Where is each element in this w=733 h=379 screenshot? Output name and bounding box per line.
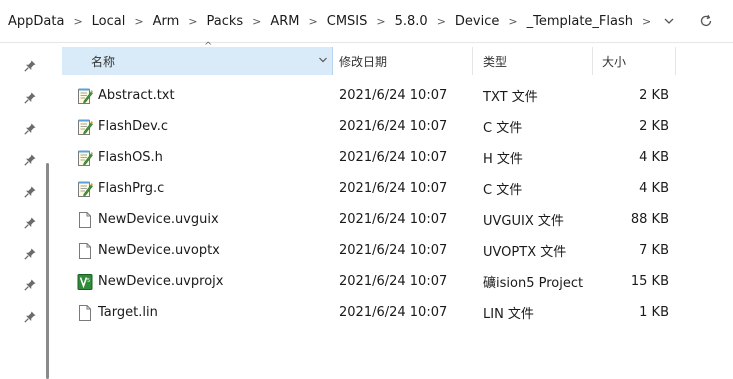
file-size: 4 KB (639, 150, 669, 165)
file-row[interactable]: FlashDev.c 2021/6/24 10:07 C 文件 2 KB (62, 111, 676, 142)
keil-project-icon: 5 (77, 266, 95, 297)
file-name[interactable]: NewDevice.uvprojx (98, 266, 223, 297)
file-type: H 文件 (483, 152, 523, 167)
column-header-type[interactable]: 类型 (473, 47, 593, 75)
navigation-pane (0, 43, 50, 379)
breadcrumb-separator[interactable]: > (369, 15, 392, 28)
file-type: LIN 文件 (483, 307, 534, 322)
notepad-icon (77, 111, 95, 142)
pin-icon[interactable] (23, 277, 37, 291)
pin-icon[interactable] (23, 90, 37, 104)
file-size: 2 KB (639, 119, 669, 134)
notepad-icon (77, 80, 95, 111)
blank-file-icon (77, 235, 95, 266)
column-modified-label: 修改日期 (339, 54, 388, 69)
breadcrumb-item[interactable]: Device (453, 14, 501, 29)
pin-icon[interactable] (23, 152, 37, 166)
breadcrumb-separator[interactable]: > (302, 15, 325, 28)
file-modified: 2021/6/24 10:07 (339, 181, 448, 196)
file-name[interactable]: FlashOS.h (98, 142, 163, 173)
column-size-label: 大小 (602, 54, 627, 69)
breadcrumb-item[interactable]: Local (90, 14, 128, 29)
pin-icon[interactable] (23, 309, 37, 323)
column-header-modified[interactable]: 修改日期 (333, 47, 473, 75)
breadcrumb: AppData > Local > Arm > Packs > ARM > CMSIS >5.8.0 >… (6, 0, 658, 42)
chevron-down-icon[interactable] (318, 55, 328, 65)
file-row[interactable]: FlashOS.h 2021/6/24 10:07 H 文件 4 KB (62, 142, 676, 173)
breadcrumb-item[interactable]: Arm (151, 14, 182, 29)
file-modified: 2021/6/24 10:07 (339, 212, 448, 227)
breadcrumb-separator[interactable]: > (66, 15, 89, 28)
file-size: 7 KB (639, 243, 669, 258)
breadcrumb-item[interactable]: AppData (6, 14, 66, 29)
file-row[interactable]: Target.lin 2021/6/24 10:07 LIN 文件 1 KB (62, 297, 676, 328)
breadcrumb-separator[interactable]: > (635, 15, 658, 28)
navigation-scrollbar[interactable] (46, 163, 49, 379)
svg-text:5: 5 (87, 278, 90, 284)
column-type-label: 类型 (483, 54, 508, 69)
file-type: C 文件 (483, 183, 523, 198)
file-size: 15 KB (630, 274, 669, 289)
address-bar: AppData > Local > Arm > Packs > ARM > CMSIS >5.8.0 >… (0, 0, 733, 43)
file-name[interactable]: FlashPrg.c (98, 173, 164, 204)
file-modified: 2021/6/24 10:07 (339, 274, 448, 289)
breadcrumb-item[interactable]: ARM (268, 14, 301, 29)
file-modified: 2021/6/24 10:07 (339, 305, 448, 320)
breadcrumb-separator[interactable]: > (430, 15, 453, 28)
breadcrumb-item[interactable]: _Template_Flash (525, 14, 635, 29)
file-row[interactable]: NewDevice.uvguix 2021/6/24 10:07 UVGUIX 文件… (62, 204, 676, 235)
breadcrumb-item[interactable]: CMSIS (325, 14, 370, 29)
refresh-icon[interactable] (695, 10, 717, 32)
breadcrumb-item[interactable]: 5.8.0 (393, 14, 430, 29)
file-name[interactable]: NewDevice.uvguix (98, 204, 219, 235)
file-modified: 2021/6/24 10:07 (339, 150, 448, 165)
file-size: 1 KB (639, 305, 669, 320)
file-row[interactable]: FlashPrg.c 2021/6/24 10:07 C 文件 4 KB (62, 173, 676, 204)
chevron-down-icon[interactable] (658, 10, 680, 32)
file-modified: 2021/6/24 10:07 (339, 119, 448, 134)
file-size: 88 KB (630, 212, 669, 227)
file-type: TXT 文件 (483, 90, 538, 105)
sort-ascending-icon: ^ (204, 41, 213, 52)
column-header-name[interactable]: 名称 ^ (62, 41, 333, 75)
column-header: 名称 ^ 修改日期 类型 大小 (62, 41, 676, 75)
file-name[interactable]: FlashDev.c (98, 111, 168, 142)
file-modified: 2021/6/24 10:07 (339, 88, 448, 103)
breadcrumb-item[interactable]: Packs (204, 14, 245, 29)
file-type: C 文件 (483, 121, 523, 136)
pin-icon[interactable] (23, 121, 37, 135)
file-type: UVGUIX 文件 (483, 214, 564, 229)
pin-icon[interactable] (23, 215, 37, 229)
notepad-icon (77, 173, 95, 204)
file-row[interactable]: NewDevice.uvoptx 2021/6/24 10:07 UVOPTX 文件… (62, 235, 676, 266)
file-type: 礦ision5 Project (483, 276, 584, 291)
file-type: UVOPTX 文件 (483, 245, 567, 260)
blank-file-icon (77, 297, 95, 328)
file-name[interactable]: Target.lin (98, 297, 158, 328)
file-size: 4 KB (639, 181, 669, 196)
file-row[interactable]: Abstract.txt 2021/6/24 10:07 TXT 文件 2 KB (62, 80, 676, 111)
notepad-icon (77, 142, 95, 173)
breadcrumb-separator[interactable]: > (501, 15, 524, 28)
breadcrumb-separator[interactable]: > (245, 15, 268, 28)
pin-icon[interactable] (23, 246, 37, 260)
column-name-label: 名称 (91, 54, 116, 69)
breadcrumb-separator[interactable]: > (127, 15, 150, 28)
file-row[interactable]: 5 NewDevice.uvprojx 2021/6/24 10:07 礦ision5… (62, 266, 676, 297)
column-header-size[interactable]: 大小 (593, 47, 676, 75)
file-name[interactable]: NewDevice.uvoptx (98, 235, 220, 266)
file-modified: 2021/6/24 10:07 (339, 243, 448, 258)
pin-icon[interactable] (23, 184, 37, 198)
breadcrumb-separator[interactable]: > (181, 15, 204, 28)
blank-file-icon (77, 204, 95, 235)
pin-icon[interactable] (23, 58, 37, 72)
file-name[interactable]: Abstract.txt (98, 80, 175, 111)
file-size: 2 KB (639, 88, 669, 103)
